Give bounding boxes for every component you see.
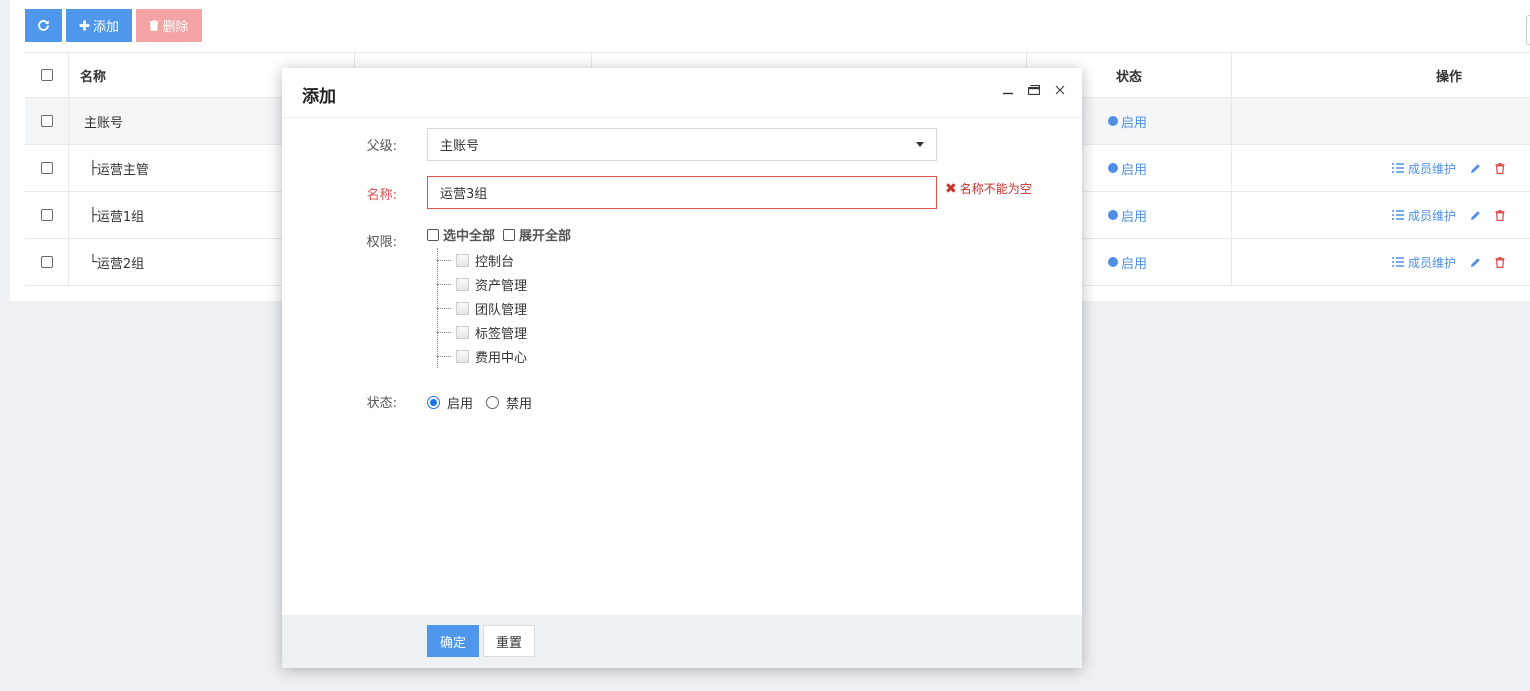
- delete-button-label: 删除: [162, 20, 189, 35]
- name-input-value: 运营3组: [440, 187, 488, 202]
- header-operation: 操作: [1436, 69, 1463, 85]
- expand-all-label[interactable]: 展开全部: [519, 225, 571, 244]
- trash-icon: [149, 20, 159, 31]
- edit-icon[interactable]: [1470, 163, 1481, 174]
- list-icon: [1392, 257, 1404, 267]
- refresh-icon: [38, 20, 49, 31]
- header-name: 名称: [80, 69, 107, 85]
- name-label: 名称:: [366, 188, 397, 203]
- tree-node[interactable]: 团队管理: [437, 298, 527, 318]
- search-box-edge[interactable]: [1526, 15, 1530, 45]
- row-name: ├ 运营1组: [89, 207, 145, 225]
- edit-icon[interactable]: [1470, 257, 1481, 268]
- permission-actions: 选中全部 展开全部: [427, 225, 571, 244]
- minimize-icon[interactable]: [1000, 82, 1016, 98]
- name-error-text: 名称不能为空: [959, 182, 1032, 196]
- member-maintain-link[interactable]: 成员维护: [1408, 207, 1456, 224]
- expand-all-checkbox[interactable]: [503, 228, 516, 241]
- status-dot-icon: [1108, 257, 1118, 267]
- name-input[interactable]: 运营3组: [427, 176, 937, 209]
- row-name: ├ 运营主管: [89, 160, 149, 178]
- tree-node-checkbox[interactable]: [456, 349, 469, 363]
- tree-node-checkbox[interactable]: [456, 325, 469, 339]
- delete-button[interactable]: 删除: [136, 9, 202, 42]
- plus-icon: [79, 20, 90, 31]
- parent-select[interactable]: 主账号: [427, 128, 937, 161]
- add-dialog: 添加 父级: 主账号 名称: 运营3组 ✖ 名称不能为空 权限: 选中全部 展开…: [282, 68, 1082, 668]
- tree-node-checkbox[interactable]: [456, 301, 469, 315]
- select-all-permissions-label[interactable]: 选中全部: [443, 225, 495, 244]
- error-x-icon: ✖: [945, 180, 957, 197]
- maximize-icon[interactable]: [1026, 82, 1042, 98]
- status-badge: 启用: [1108, 145, 1147, 191]
- edit-icon[interactable]: [1470, 210, 1481, 221]
- add-button-label: 添加: [92, 20, 119, 35]
- select-all-checkbox[interactable]: [41, 69, 53, 81]
- close-icon[interactable]: [1052, 82, 1068, 98]
- refresh-button[interactable]: [25, 9, 62, 42]
- status-enabled-label[interactable]: 启用: [447, 393, 473, 412]
- delete-icon[interactable]: [1495, 256, 1505, 268]
- list-icon: [1392, 210, 1404, 220]
- confirm-button[interactable]: 确定: [427, 625, 479, 657]
- member-maintain-link[interactable]: 成员维护: [1408, 160, 1456, 177]
- status-disabled-radio[interactable]: [486, 396, 500, 409]
- toolbar: 添加 删除: [25, 9, 202, 42]
- row-name: 主账号: [84, 115, 124, 131]
- name-error-message: ✖ 名称不能为空: [945, 180, 1032, 197]
- row-operations: 成员维护: [1392, 145, 1505, 191]
- status-dot-icon: [1108, 210, 1118, 220]
- tree-node-checkbox[interactable]: [456, 253, 469, 267]
- add-button[interactable]: 添加: [66, 9, 132, 42]
- header-status: 状态: [1116, 69, 1143, 85]
- status-radio-group: 启用 禁用: [427, 393, 545, 412]
- tree-node[interactable]: 费用中心: [437, 346, 527, 366]
- row-checkbox[interactable]: [41, 162, 53, 174]
- status-badge: 启用: [1108, 239, 1147, 285]
- permissions-label: 权限:: [366, 235, 397, 250]
- row-checkbox[interactable]: [41, 256, 53, 268]
- row-name: └ 运营2组: [89, 254, 145, 272]
- tree-node[interactable]: 标签管理: [437, 322, 527, 342]
- tree-node[interactable]: 资产管理: [437, 274, 527, 294]
- status-badge: 启用: [1108, 98, 1147, 144]
- select-all-permissions-checkbox[interactable]: [427, 228, 439, 241]
- row-checkbox[interactable]: [41, 115, 53, 127]
- status-dot-icon: [1108, 163, 1118, 173]
- status-disabled-label[interactable]: 禁用: [506, 393, 532, 412]
- status-badge: 启用: [1108, 192, 1147, 238]
- delete-icon[interactable]: [1495, 209, 1505, 221]
- member-maintain-link[interactable]: 成员维护: [1408, 254, 1456, 271]
- status-dot-icon: [1108, 116, 1118, 126]
- tree-node-checkbox[interactable]: [456, 277, 469, 291]
- reset-button[interactable]: 重置: [483, 625, 535, 657]
- delete-icon[interactable]: [1495, 162, 1505, 174]
- caret-down-icon: [916, 142, 924, 147]
- dialog-footer: 确定 重置: [282, 615, 1082, 668]
- dialog-title: 添加: [302, 87, 336, 107]
- list-icon: [1392, 163, 1404, 173]
- dialog-header: 添加: [282, 68, 1082, 118]
- row-operations: 成员维护: [1392, 239, 1505, 285]
- row-checkbox[interactable]: [41, 209, 53, 221]
- tree-node[interactable]: 控制台: [437, 250, 514, 270]
- status-enabled-radio[interactable]: [427, 396, 440, 409]
- parent-select-value: 主账号: [440, 139, 480, 154]
- parent-label: 父级:: [366, 139, 397, 154]
- row-operations: 成员维护: [1392, 192, 1505, 238]
- status-label: 状态:: [366, 396, 397, 411]
